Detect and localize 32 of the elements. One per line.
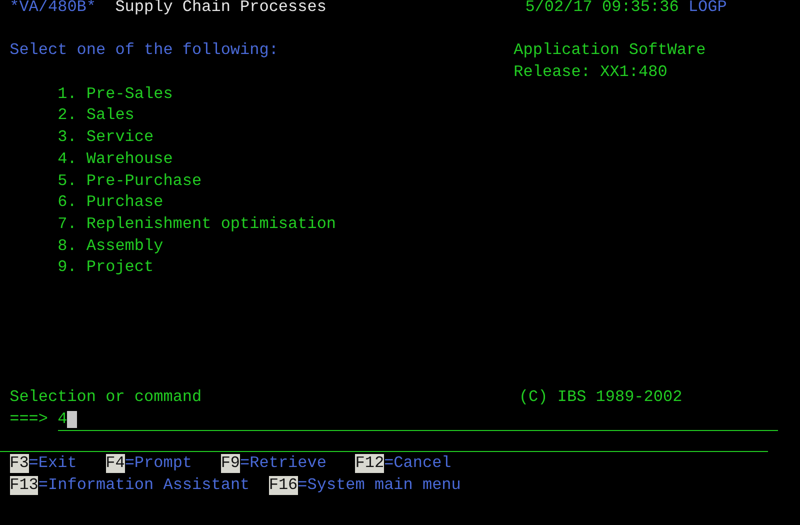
menu-option[interactable]: Purchase (86, 192, 164, 214)
menu-number: 1. (58, 84, 78, 105)
menu-option[interactable]: Service (86, 127, 154, 149)
release-label: Release: XX1:480 (514, 62, 668, 84)
menu-option[interactable]: Sales (86, 105, 134, 128)
menu-option[interactable]: Pre-Purchase (86, 170, 202, 192)
command-arrow: ===> (10, 409, 48, 430)
menu-number: 8. (58, 236, 78, 257)
menu-option[interactable]: Project (86, 257, 154, 279)
menu-option[interactable]: Warehouse (86, 148, 173, 171)
input-field[interactable]: 4 (58, 409, 778, 431)
menu-option[interactable]: Replenishment optimisation (86, 214, 336, 236)
function-key-button[interactable]: F4=Prompt (106, 454, 192, 473)
copyright: (C) IBS 1989-2002 (518, 387, 682, 408)
menu-number: 5. (58, 170, 78, 192)
menu-number: 7. (58, 214, 78, 235)
function-key-button[interactable]: F13=Information Assistant (10, 476, 250, 495)
menu-prompt: Select one of the following: (10, 40, 280, 62)
product-name: Application SoftWare (514, 40, 706, 62)
menu-number: 4. (58, 148, 78, 170)
function-key-button[interactable]: F12=Cancel (355, 454, 452, 473)
menu-number: 3. (58, 127, 78, 148)
function-key-button[interactable]: F9=Retrieve (220, 454, 326, 473)
function-key-button[interactable]: F16=System main menu (268, 476, 461, 495)
user-name: LOGP (688, 0, 727, 18)
menu-option[interactable]: Assembly (86, 236, 164, 258)
menu-number: 2. (58, 105, 78, 126)
function-key-button[interactable]: F3=Exit (10, 454, 77, 473)
menu-option[interactable]: Pre-Sales (86, 84, 173, 106)
command-label: Selection or command (10, 387, 203, 408)
menu-number: 6. (58, 192, 78, 214)
menu-number: 9. (58, 257, 78, 278)
